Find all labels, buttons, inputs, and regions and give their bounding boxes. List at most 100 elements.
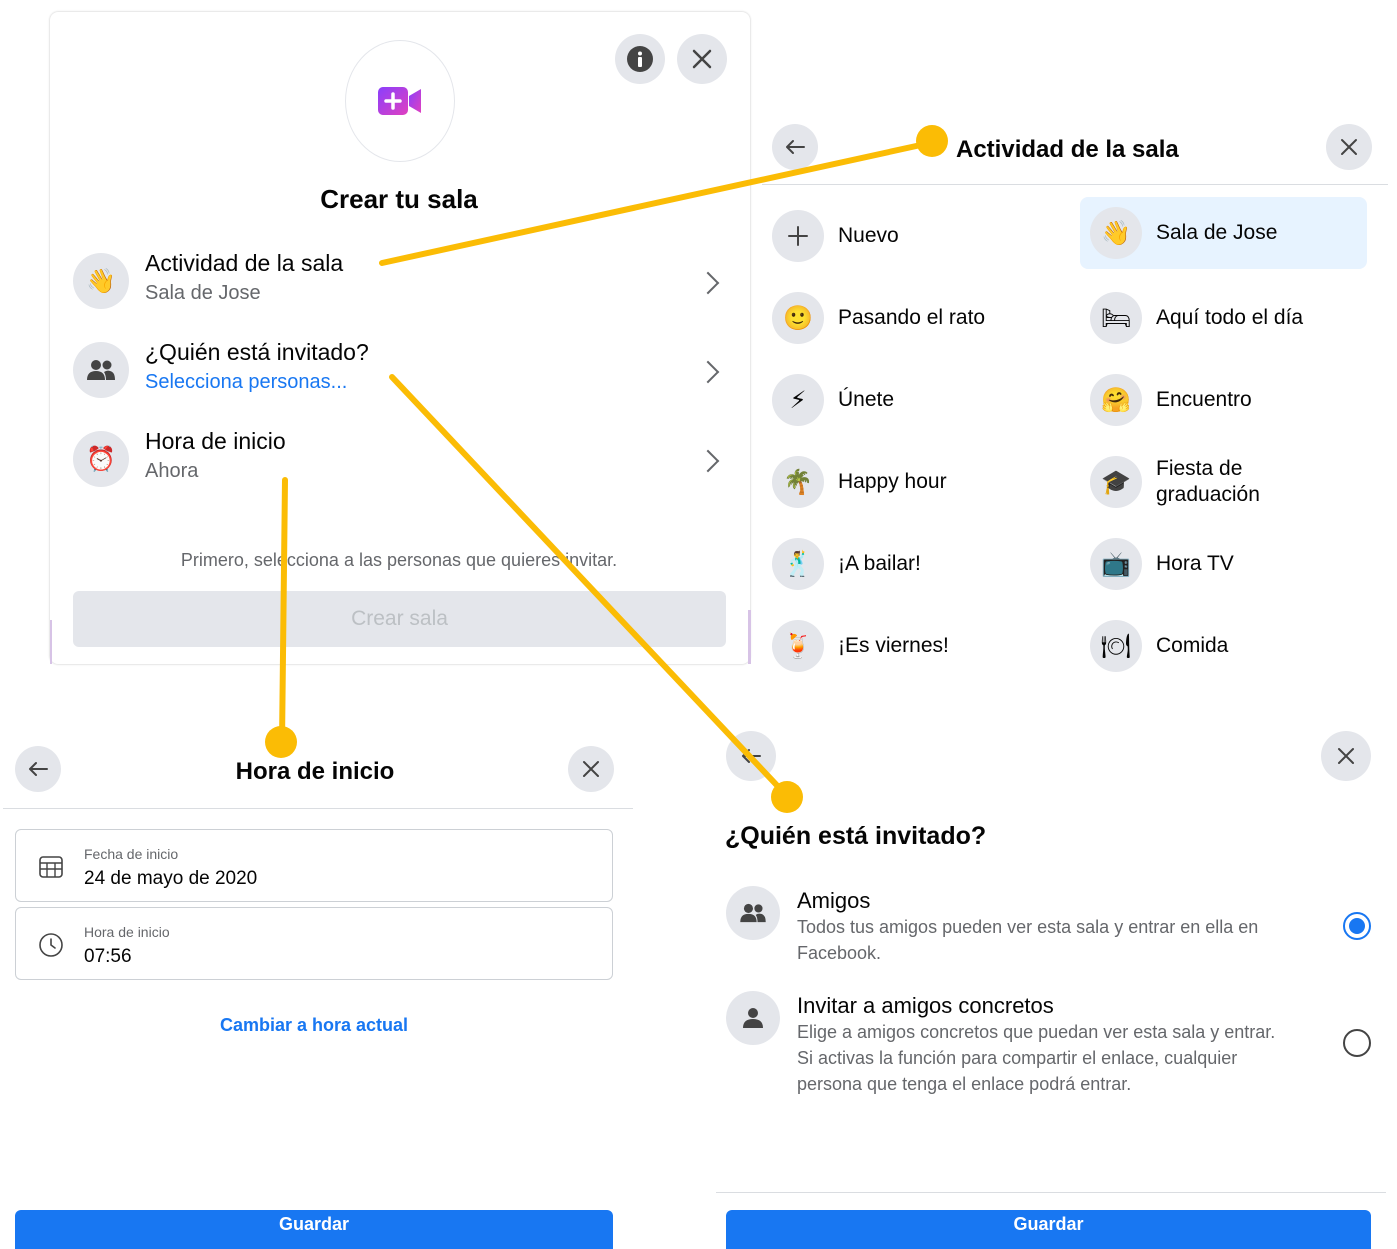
- tropical-drink-icon: 🍹: [772, 620, 824, 672]
- row-subtitle: Sala de Jose: [145, 282, 261, 304]
- plus-icon: [772, 210, 824, 262]
- activity-title: Actividad de la sala: [956, 136, 1179, 163]
- option-description: Todos tus amigos pueden ver esta sala y …: [797, 917, 1259, 963]
- select-people-link[interactable]: Selecciona personas...: [145, 371, 347, 394]
- row-title: Actividad de la sala: [145, 250, 344, 276]
- date-label: Fecha de inicio: [84, 846, 179, 862]
- info-button[interactable]: [615, 34, 665, 84]
- time-value: 07:56: [84, 946, 132, 967]
- start-time-field[interactable]: Hora de inicio 07:56: [15, 907, 613, 980]
- activity-item-es-viernes[interactable]: 🍹 ¡Es viernes!: [762, 610, 1062, 682]
- arrow-left-icon: [786, 140, 805, 154]
- option-description: Elige a amigos concretos que puedan ver …: [797, 1022, 1276, 1094]
- activity-label: Pasando el rato: [838, 306, 986, 329]
- plate-icon: 🍽: [1090, 620, 1142, 672]
- activity-label: Encuentro: [1156, 388, 1252, 411]
- graduation-cap-icon: 🎓: [1090, 456, 1142, 508]
- calendar-icon: [39, 856, 63, 878]
- activity-item-hora-tv[interactable]: 📺 Hora TV: [1080, 528, 1380, 600]
- start-time-row[interactable]: ⏰ Hora de inicio Ahora: [70, 423, 730, 501]
- activity-item-pasando-el-rato[interactable]: 🙂 Pasando el rato: [762, 282, 1062, 354]
- save-button[interactable]: Guardar: [15, 1210, 613, 1249]
- radio-selected[interactable]: [1343, 912, 1371, 940]
- activity-label: Hora TV: [1156, 552, 1234, 575]
- activity-label: Únete: [838, 388, 895, 411]
- hugging-face-icon: 🤗: [1090, 374, 1142, 426]
- activity-item-sala-de-jose[interactable]: 👋 Sala de Jose: [1080, 197, 1367, 269]
- alarm-clock-icon: ⏰: [73, 431, 129, 487]
- dialog-title: Crear tu sala: [320, 184, 478, 214]
- close-button[interactable]: [1326, 124, 1372, 170]
- activity-label: Nuevo: [838, 224, 899, 247]
- close-button[interactable]: [677, 34, 727, 84]
- radio-unselected[interactable]: [1343, 1029, 1371, 1057]
- save-label: Guardar: [1013, 1213, 1084, 1234]
- lightning-icon: ⚡: [772, 374, 824, 426]
- activity-item-fiesta-de-graduacion[interactable]: 🎓 Fiesta de graduación: [1080, 446, 1380, 518]
- bed-icon: 🛏: [1090, 292, 1142, 344]
- person-icon: [726, 991, 780, 1045]
- row-subtitle: Ahora: [145, 460, 199, 482]
- activity-label: Aquí todo el día: [1156, 306, 1304, 329]
- activity-item-encuentro[interactable]: 🤗 Encuentro: [1080, 364, 1380, 436]
- info-icon: [627, 46, 653, 72]
- activity-label: Happy hour: [838, 470, 947, 493]
- people-icon: [73, 342, 129, 398]
- back-button[interactable]: [772, 124, 818, 170]
- smiley-icon: 🙂: [772, 292, 824, 344]
- close-icon: [1341, 139, 1357, 155]
- room-activity-row[interactable]: 👋 Actividad de la sala Sala de Jose: [70, 245, 730, 323]
- chevron-right-icon: [696, 360, 720, 384]
- waving-hand-icon: 👋: [73, 253, 129, 309]
- activity-label: Comida: [1156, 634, 1229, 657]
- who-invited-row[interactable]: ¿Quién está invitado? Selecciona persona…: [70, 334, 730, 412]
- row-title: Hora de inicio: [145, 428, 286, 454]
- activity-item-happy-hour[interactable]: 🌴 Happy hour: [762, 446, 1062, 518]
- close-button[interactable]: [1321, 731, 1371, 781]
- room-video-icon: [345, 40, 455, 162]
- close-icon: [692, 49, 712, 69]
- start-date-field[interactable]: Fecha de inicio 24 de mayo de 2020: [15, 829, 613, 902]
- waving-hand-icon: 👋: [1090, 207, 1142, 259]
- save-label: Guardar: [278, 1213, 350, 1234]
- panel-edge: [50, 620, 52, 664]
- clock-icon: [39, 933, 63, 957]
- time-label: Hora de inicio: [84, 924, 170, 940]
- activity-label: Fiesta de graduación: [1156, 457, 1260, 506]
- back-button[interactable]: [726, 731, 776, 781]
- divider: [3, 808, 633, 809]
- activity-label: ¡Es viernes!: [838, 634, 949, 657]
- tv-icon: 📺: [1090, 538, 1142, 590]
- people-icon: [726, 886, 780, 940]
- arrow-left-icon: [742, 749, 761, 763]
- change-to-current-time-link[interactable]: Cambiar a hora actual: [0, 1015, 628, 1036]
- save-button[interactable]: Guardar: [726, 1210, 1371, 1249]
- invited-title: ¿Quién está invitado?: [725, 822, 987, 850]
- dancer-icon: 🕺: [772, 538, 824, 590]
- option-title: Amigos: [797, 888, 871, 913]
- option-title: Invitar a amigos concretos: [797, 993, 1054, 1018]
- activity-item-a-bailar[interactable]: 🕺 ¡A bailar!: [762, 528, 1062, 600]
- activity-item-nuevo[interactable]: Nuevo: [762, 200, 1062, 272]
- row-title: ¿Quién está invitado?: [145, 339, 369, 365]
- hint-text: Primero, selecciona a las personas que q…: [180, 550, 618, 570]
- create-room-button[interactable]: Crear sala: [73, 591, 726, 647]
- create-room-label: Crear sala: [351, 607, 448, 630]
- date-value: 24 de mayo de 2020: [84, 868, 258, 889]
- start-time-title: Hora de inicio: [235, 758, 395, 785]
- create-room-dialog: Crear tu sala 👋 Actividad de la sala Sal…: [50, 12, 750, 664]
- close-icon: [583, 761, 599, 777]
- close-button[interactable]: [568, 746, 614, 792]
- divider: [716, 1192, 1386, 1193]
- divider: [762, 184, 1388, 185]
- activity-item-comida[interactable]: 🍽 Comida: [1080, 610, 1380, 682]
- activity-label: Sala de Jose: [1156, 221, 1278, 244]
- chevron-right-icon: [696, 449, 720, 473]
- activity-label: ¡A bailar!: [838, 552, 921, 575]
- panel-edge: [748, 610, 751, 664]
- close-icon: [1338, 748, 1354, 764]
- chevron-right-icon: [696, 271, 720, 295]
- activity-item-unete[interactable]: ⚡ Únete: [762, 364, 1062, 436]
- activity-item-aqui-todo-el-dia[interactable]: 🛏 Aquí todo el día: [1080, 282, 1380, 354]
- palm-tree-icon: 🌴: [772, 456, 824, 508]
